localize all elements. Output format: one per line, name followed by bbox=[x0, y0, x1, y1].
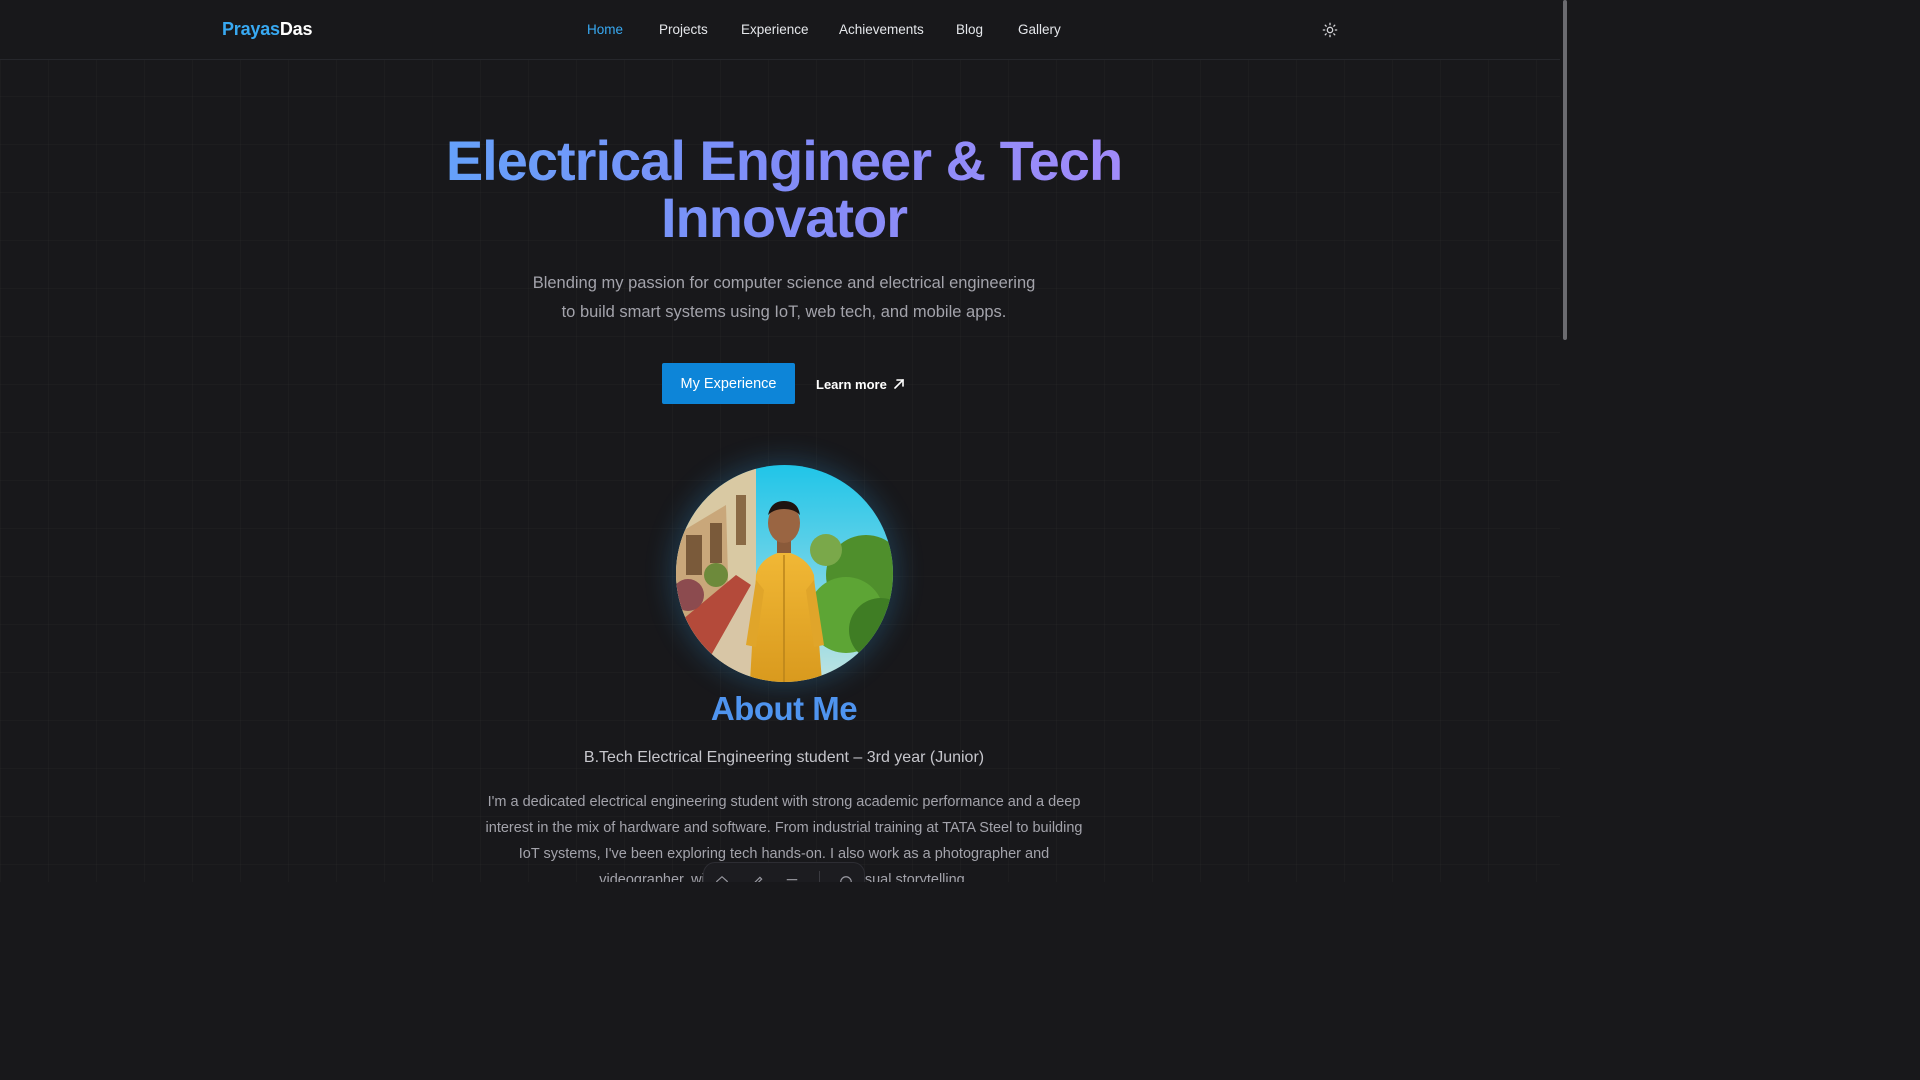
theme-toggle-button[interactable] bbox=[1319, 19, 1341, 41]
hero-subtitle: Blending my passion for computer science… bbox=[484, 269, 1084, 327]
dock-blog-button[interactable] bbox=[748, 873, 766, 882]
nav-home[interactable]: Home bbox=[587, 22, 623, 37]
page: PrayasDas Home Projects Experience Achie… bbox=[0, 0, 1568, 882]
dock-divider bbox=[818, 871, 820, 882]
about-body-line4-start: videographer, wi bbox=[599, 872, 705, 882]
hero-subtitle-line2: to build smart systems using IoT, web te… bbox=[561, 303, 1007, 321]
about-subtitle: B.Tech Electrical Engineering student – … bbox=[583, 749, 985, 766]
page-scrollbar[interactable] bbox=[1560, 0, 1568, 882]
home-icon bbox=[715, 875, 728, 882]
pencil-icon bbox=[754, 876, 763, 882]
profile-photo bbox=[676, 465, 893, 682]
learn-more-link[interactable]: Learn more bbox=[816, 374, 905, 394]
sun-icon bbox=[1322, 22, 1338, 38]
hero-title-line1: Electrical Engineer & Tech bbox=[445, 129, 1123, 192]
my-experience-button[interactable]: My Experience bbox=[662, 363, 795, 404]
learn-more-label: Learn more bbox=[816, 376, 887, 392]
about-body-line4-end: sual storytelling. bbox=[864, 872, 969, 882]
github-icon bbox=[840, 876, 853, 882]
floating-dock bbox=[703, 862, 865, 882]
hero-title: Electrical Engineer & Tech Innovator bbox=[384, 132, 1184, 246]
nav-experience[interactable]: Experience bbox=[741, 22, 809, 37]
about-body-line2: interest in the mix of hardware and soft… bbox=[485, 820, 1083, 836]
about-title: About Me bbox=[710, 690, 858, 727]
hero-subtitle-line1: Blending my passion for computer science… bbox=[532, 274, 1036, 292]
scrollbar-thumb[interactable] bbox=[1563, 0, 1567, 340]
dock-menu-button[interactable] bbox=[783, 873, 801, 882]
nav-achievements[interactable]: Achievements bbox=[839, 22, 924, 37]
dock-home-button[interactable] bbox=[713, 873, 731, 882]
site-header: PrayasDas Home Projects Experience Achie… bbox=[0, 0, 1560, 60]
menu-icon bbox=[787, 879, 798, 881]
about-body-line3: IoT systems, I've been exploring tech ha… bbox=[518, 846, 1050, 862]
nav-gallery[interactable]: Gallery bbox=[1018, 22, 1061, 37]
hero-title-line2: Innovator bbox=[660, 186, 908, 249]
dock-github-button[interactable] bbox=[837, 873, 855, 882]
about-body-line1: I'm a dedicated electrical engineering s… bbox=[487, 794, 1081, 810]
nav-projects[interactable]: Projects bbox=[659, 22, 708, 37]
arrow-up-right-icon bbox=[894, 379, 904, 389]
nav-blog[interactable]: Blog bbox=[956, 22, 983, 37]
